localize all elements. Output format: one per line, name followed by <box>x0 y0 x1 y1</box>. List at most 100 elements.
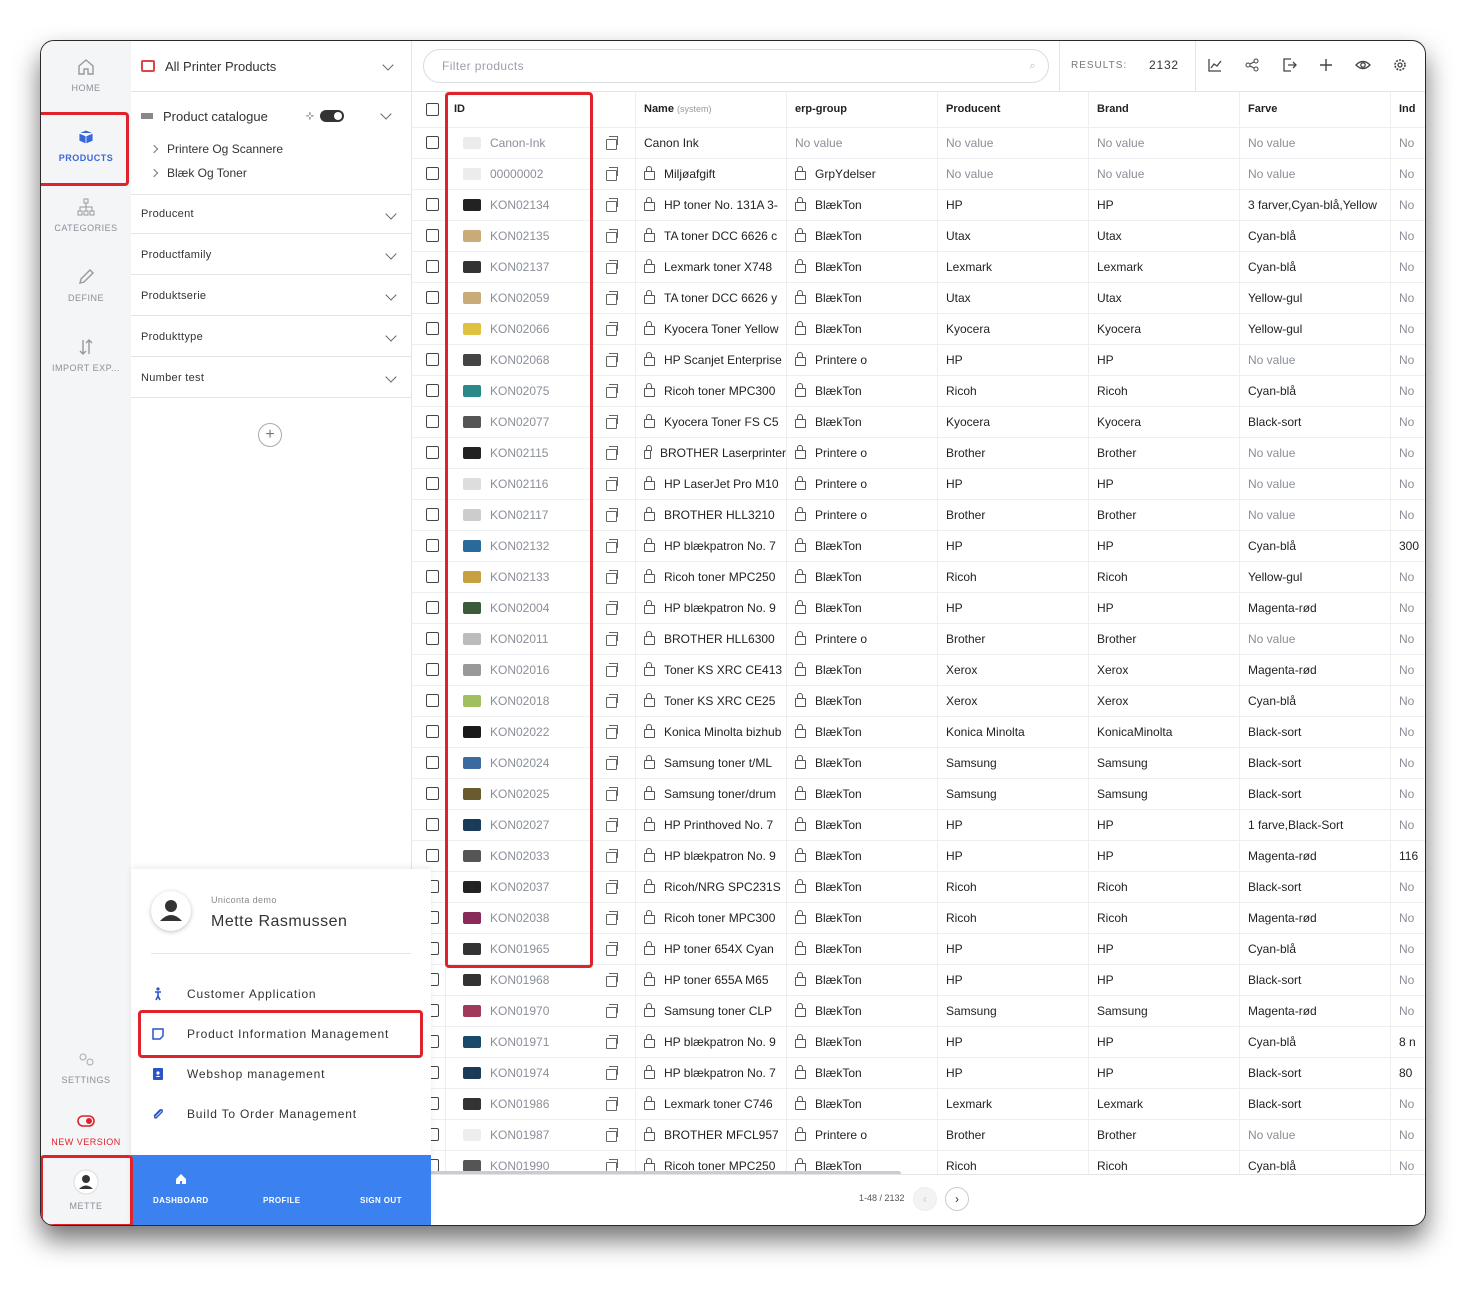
row-checkbox[interactable] <box>426 260 439 273</box>
copy-icon[interactable] <box>606 1128 618 1142</box>
menu-customer-application[interactable]: Customer Application <box>151 980 411 1008</box>
table-row[interactable]: KON02068 HP Scanjet Enterprise Printere o H… <box>411 344 1425 376</box>
copy-icon[interactable] <box>606 756 618 770</box>
copy-icon[interactable] <box>606 1004 618 1018</box>
nav-define[interactable]: DEFINE <box>41 267 131 303</box>
catalog-toggle[interactable] <box>320 110 345 122</box>
copy-icon[interactable] <box>606 477 618 491</box>
channel-selector[interactable]: All Printer Products <box>131 41 411 92</box>
table-row[interactable]: KON02033 HP blækpatron No. 9 BlækTon HP HP Ma… <box>411 840 1425 872</box>
search-input[interactable]: Filter products ⌕ <box>423 49 1049 83</box>
table-row[interactable]: KON02137 Lexmark toner X748 BlækTon Lexmark… <box>411 251 1425 283</box>
sign-out-button[interactable]: SIGN OUT <box>360 1196 402 1205</box>
copy-icon[interactable] <box>606 446 618 460</box>
row-checkbox[interactable] <box>426 477 439 490</box>
table-row[interactable]: KON02115 BROTHER Laserprinter Printere o Br… <box>411 437 1425 469</box>
table-row[interactable]: KON02025 Samsung toner/drum BlækTon Samsung… <box>411 778 1425 810</box>
table-row[interactable]: KON02011 BROTHER HLL6300 Printere o Brother… <box>411 623 1425 655</box>
col-erp[interactable]: erp-group <box>787 91 938 127</box>
menu-webshop[interactable]: Webshop management <box>151 1060 411 1088</box>
table-row[interactable]: KON02004 HP blækpatron No. 9 BlækTon HP HP Ma… <box>411 592 1425 624</box>
facet-produktserie[interactable]: Produktserie <box>131 276 411 316</box>
table-row[interactable]: KON02116 HP LaserJet Pro M10 Printere o HP H… <box>411 468 1425 500</box>
row-checkbox[interactable] <box>426 322 439 335</box>
share-icon[interactable] <box>1244 57 1260 73</box>
table-row[interactable]: KON01986 Lexmark toner C746 BlækTon Lexmark… <box>411 1088 1425 1120</box>
copy-icon[interactable] <box>606 539 618 553</box>
nav-user[interactable]: METTE <box>41 1169 131 1211</box>
row-checkbox[interactable] <box>426 694 439 707</box>
nav-categories[interactable]: CATEGORIES <box>41 197 131 233</box>
copy-icon[interactable] <box>606 601 618 615</box>
eye-icon[interactable] <box>1355 57 1371 73</box>
col-id[interactable]: ID <box>446 91 636 127</box>
menu-build-to-order[interactable]: Build To Order Management <box>151 1100 411 1128</box>
table-row[interactable]: KON01987 BROTHER MFCL957 Printere o Brother… <box>411 1119 1425 1151</box>
table-row[interactable]: KON02066 Kyocera Toner Yellow BlækTon Kyoce… <box>411 313 1425 345</box>
copy-icon[interactable] <box>606 353 618 367</box>
copy-icon[interactable] <box>606 508 618 522</box>
row-checkbox[interactable] <box>426 539 439 552</box>
facet-producent[interactable]: Producent <box>131 194 411 234</box>
chevron-down-icon[interactable] <box>380 108 392 120</box>
nav-home[interactable]: HOME <box>41 57 131 93</box>
row-checkbox[interactable] <box>426 570 439 583</box>
table-row[interactable]: KON02134 HP toner No. 131A 3- BlækTon HP HP 3… <box>411 189 1425 221</box>
col-farve[interactable]: Farve <box>1240 91 1391 127</box>
row-checkbox[interactable] <box>426 818 439 831</box>
table-row[interactable]: KON02077 Kyocera Toner FS C5 BlækTon Kyocer… <box>411 406 1425 438</box>
table-row[interactable]: KON02037 Ricoh/NRG SPC231S BlækTon Ricoh Ric… <box>411 871 1425 903</box>
nav-products[interactable]: PRODUCTS <box>41 127 131 163</box>
facet-productfamily[interactable]: Productfamily <box>131 235 411 275</box>
select-all-checkbox[interactable] <box>426 102 439 116</box>
profile-button[interactable]: PROFILE <box>263 1196 300 1205</box>
table-row[interactable]: KON02016 Toner KS XRC CE413 BlækTon Xerox Xe… <box>411 654 1425 686</box>
copy-icon[interactable] <box>606 880 618 894</box>
copy-icon[interactable] <box>606 911 618 925</box>
copy-icon[interactable] <box>606 725 618 739</box>
table-row[interactable]: KON02038 Ricoh toner MPC300 BlækTon Ricoh Ri… <box>411 902 1425 934</box>
catalog-item[interactable]: Printere Og Scannere <box>141 137 401 161</box>
copy-icon[interactable] <box>606 291 618 305</box>
row-checkbox[interactable] <box>426 229 439 242</box>
row-checkbox[interactable] <box>426 353 439 366</box>
copy-icon[interactable] <box>606 818 618 832</box>
copy-icon[interactable] <box>606 384 618 398</box>
row-checkbox[interactable] <box>426 756 439 769</box>
nav-settings[interactable]: SETTINGS <box>41 1049 131 1085</box>
add-icon[interactable] <box>1318 57 1334 73</box>
table-row[interactable]: KON02135 TA toner DCC 6626 c BlækTon Utax Ut… <box>411 220 1425 252</box>
copy-icon[interactable] <box>606 136 618 150</box>
table-row[interactable]: KON02022 Konica Minolta bizhub BlækTon Koni… <box>411 716 1425 748</box>
row-checkbox[interactable] <box>426 725 439 738</box>
table-row[interactable]: KON02133 Ricoh toner MPC250 BlækTon Ricoh Ri… <box>411 561 1425 593</box>
nav-new-version[interactable]: NEW VERSION <box>41 1111 131 1147</box>
copy-icon[interactable] <box>606 322 618 336</box>
table-row[interactable]: KON02117 BROTHER HLL3210 Printere o Brother… <box>411 499 1425 531</box>
table-row[interactable]: KON01968 HP toner 655A M65 BlækTon HP HP Blac… <box>411 964 1425 996</box>
table-row[interactable]: KON02059 TA toner DCC 6626 y BlækTon Utax Ut… <box>411 282 1425 314</box>
copy-icon[interactable] <box>606 1097 618 1111</box>
copy-icon[interactable] <box>606 849 618 863</box>
table-row[interactable]: KON02027 HP Printhoved No. 7 BlækTon HP HP 1 … <box>411 809 1425 841</box>
gear-icon[interactable] <box>1392 57 1408 73</box>
row-checkbox[interactable] <box>426 167 439 180</box>
table-row[interactable]: KON01974 HP blækpatron No. 7 BlækTon HP HP Bl… <box>411 1057 1425 1089</box>
table-row[interactable]: KON02024 Samsung toner t/ML BlækTon Samsung… <box>411 747 1425 779</box>
copy-icon[interactable] <box>606 229 618 243</box>
catalog-header[interactable]: Product catalogue ⊹ <box>141 101 401 131</box>
row-checkbox[interactable] <box>426 601 439 614</box>
table-row[interactable]: 00000002 Miljøafgift GrpYdelser No value No … <box>411 158 1425 190</box>
table-row[interactable]: Canon-Ink Canon Ink No value No value No val… <box>411 127 1425 159</box>
row-checkbox[interactable] <box>426 291 439 304</box>
copy-icon[interactable] <box>606 570 618 584</box>
copy-icon[interactable] <box>606 415 618 429</box>
row-checkbox[interactable] <box>426 663 439 676</box>
copy-icon[interactable] <box>606 167 618 181</box>
copy-icon[interactable] <box>606 663 618 677</box>
catalog-item[interactable]: Blæk Og Toner <box>141 161 401 185</box>
copy-icon[interactable] <box>606 694 618 708</box>
copy-icon[interactable] <box>606 260 618 274</box>
table-row[interactable]: KON02018 Toner KS XRC CE25 BlækTon Xerox Xer… <box>411 685 1425 717</box>
col-name[interactable]: Name (system) <box>636 91 787 127</box>
